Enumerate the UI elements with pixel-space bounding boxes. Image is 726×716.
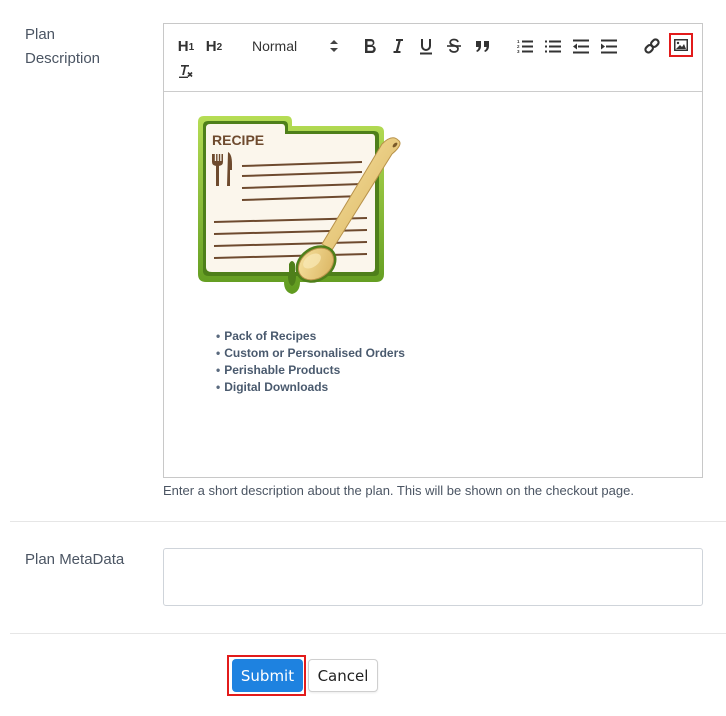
bullet-item: Perishable Products [216,362,405,379]
format-select[interactable]: Normal [252,35,338,57]
bullet-item: Digital Downloads [216,379,405,396]
h2-label: H [205,37,217,55]
outdent-icon [573,39,589,53]
recipe-caption: RECIPE [212,132,264,148]
underline-button[interactable] [417,35,435,57]
select-arrows-icon [330,40,338,52]
outdent-button[interactable] [572,35,590,57]
ordered-list-icon: 1 2 3 [517,39,533,54]
submit-button[interactable]: Submit [232,659,303,692]
label-line-2: Description [25,50,101,67]
label-line-1: Plan [25,26,56,43]
link-icon [644,38,660,54]
italic-button[interactable] [389,35,407,57]
bold-button[interactable] [361,35,379,57]
strikethrough-icon [447,38,461,53]
recipe-card-image: RECIPE [198,116,401,294]
bullet-item: Custom or Personalised Orders [216,345,405,362]
divider [10,633,726,634]
divider [10,521,726,522]
svg-text:3: 3 [517,49,520,54]
strikethrough-button[interactable] [445,35,463,57]
blockquote-button[interactable] [473,35,491,57]
h1-label: H [177,37,189,55]
italic-icon [393,39,403,53]
plan-description-label: Plan Description [25,23,100,71]
ordered-list-button[interactable]: 1 2 3 [516,35,534,57]
indent-button[interactable] [600,35,618,57]
editor-content[interactable]: RECIPE Pack of Recip [164,92,702,478]
bullet-list-icon [545,40,561,52]
h1-sub: 1 [188,41,195,53]
format-select-value: Normal [252,38,298,54]
bullet-item: Pack of Recipes [216,328,405,345]
image-icon [674,39,688,51]
image-button[interactable] [671,35,691,55]
description-bullet-list: Pack of Recipes Custom or Personalised O… [216,328,405,396]
blockquote-icon [475,41,489,52]
description-help-text: Enter a short description about the plan… [163,483,634,498]
editor-toolbar: H1 H2 Normal 1 2 3 [164,24,702,92]
plan-metadata-input[interactable] [163,548,703,606]
plan-metadata-label: Plan MetaData [25,551,125,568]
cancel-button[interactable]: Cancel [308,659,378,692]
indent-icon [601,39,617,53]
h2-sub: 2 [216,41,223,53]
bullet-list-button[interactable] [544,35,562,57]
heading-2-button[interactable]: H2 [204,35,224,57]
bold-icon [365,39,376,54]
description-editor: H1 H2 Normal 1 2 3 RECIPE • Pack of Reci… [163,23,703,478]
clear-format-icon [179,65,193,78]
heading-1-button[interactable]: H1 [176,35,196,57]
clear-format-button[interactable] [177,60,195,82]
link-button[interactable] [643,35,661,57]
underline-icon [420,38,432,54]
